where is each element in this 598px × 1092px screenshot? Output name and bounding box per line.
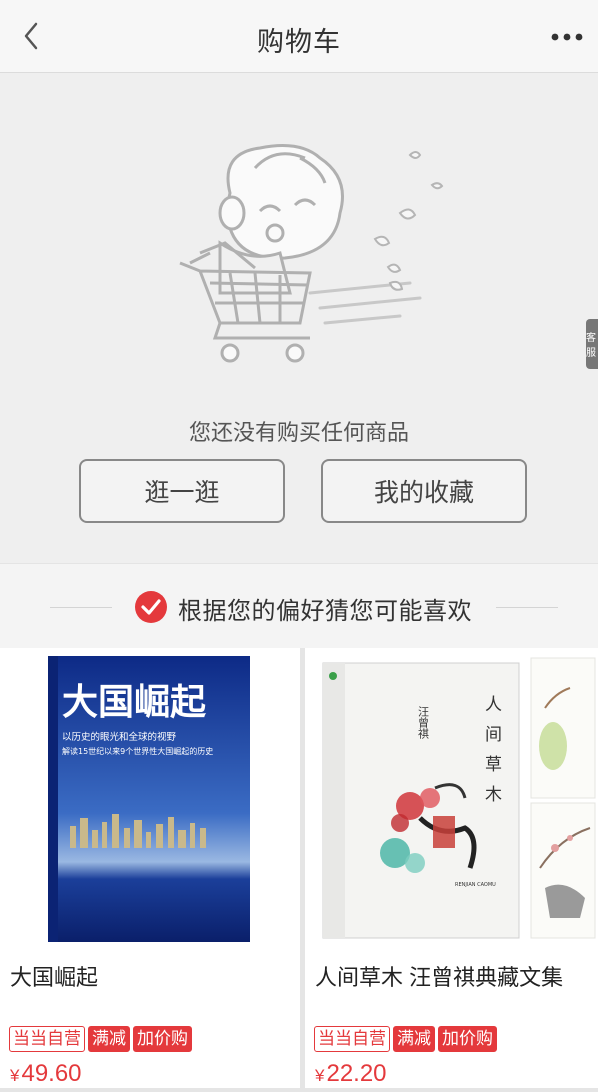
cover-title-char: 人 <box>485 695 502 715</box>
cover-title: 大国崛起 <box>62 681 207 723</box>
product-cover-image: 大国崛起 以历史的眼光和全球的视野 解读15世纪以来9个世界性大国崛起的历史 <box>0 648 300 948</box>
empty-cart-illustration <box>179 144 444 363</box>
product-title: 人间草木 汪曾祺典藏文集 <box>315 965 564 990</box>
nav-header: 购物车 <box>0 0 598 73</box>
product-cover-image: 人 间 草 木 汪曾祺 RENJIAN CAOMU <box>305 648 598 948</box>
cover-subtitle-2: 解读15世纪以来9个世界性大国崛起的历史 <box>62 746 213 756</box>
product-tags: 当当自营 满减 加价购 <box>9 1026 192 1052</box>
cover-en-title: RENJIAN CAOMU <box>455 882 496 888</box>
divider-right <box>496 607 558 608</box>
my-favorites-button[interactable]: 我的收藏 <box>321 459 527 523</box>
page-title: 购物车 <box>257 27 341 57</box>
product-card[interactable]: 人 间 草 木 汪曾祺 RENJIAN CAOMU 人间草木 汪曾祺典藏文集 当… <box>305 648 598 1088</box>
side-service-tab[interactable]: 客服 <box>586 319 598 369</box>
tag-add-on: 加价购 <box>133 1026 192 1052</box>
divider-left <box>50 607 112 608</box>
currency-symbol: ¥ <box>10 1066 20 1085</box>
product-price: ¥22.20 <box>315 1060 387 1088</box>
product-grid: 大国崛起 以历史的眼光和全球的视野 解读15世纪以来9个世界性大国崛起的历史 大… <box>0 648 598 1092</box>
cover-author: 汪曾祺 <box>417 706 430 740</box>
cover-subtitle-1: 以历史的眼光和全球的视野 <box>62 731 177 743</box>
browse-button[interactable]: 逛一逛 <box>79 459 285 523</box>
product-title: 大国崛起 <box>10 965 99 990</box>
more-dots-icon <box>551 33 583 41</box>
product-tags: 当当自营 满减 加价购 <box>314 1026 497 1052</box>
cover-title-char: 间 <box>485 725 502 745</box>
recommend-label: 根据您的偏好猜您可能喜欢 <box>178 598 472 625</box>
side-tab-label: 客服 <box>586 333 596 359</box>
cart-page: 购物车 客服 您还没有购买任何商品 逛一逛 我的收藏 根据您的偏好猜您可能喜欢 … <box>0 0 598 1092</box>
currency-symbol: ¥ <box>315 1066 325 1085</box>
price-value: 49.60 <box>21 1060 82 1087</box>
check-circle-icon <box>135 591 167 623</box>
tag-discount: 满减 <box>88 1026 130 1052</box>
recommend-header: 根据您的偏好猜您可能喜欢 <box>0 563 598 648</box>
product-price: ¥49.60 <box>10 1060 82 1088</box>
cover-title-char: 草 <box>485 755 502 775</box>
empty-cart-message: 您还没有购买任何商品 <box>188 420 409 445</box>
more-button[interactable] <box>548 26 588 48</box>
cover-title-char: 木 <box>485 785 502 805</box>
product-card[interactable]: 大国崛起 以历史的眼光和全球的视野 解读15世纪以来9个世界性大国崛起的历史 大… <box>0 648 300 1088</box>
empty-cart-section: 客服 您还没有购买任何商品 逛一逛 我的收藏 <box>0 73 598 563</box>
price-value: 22.20 <box>326 1060 387 1087</box>
tag-add-on: 加价购 <box>438 1026 497 1052</box>
tag-self-operated: 当当自营 <box>9 1026 85 1052</box>
tag-self-operated: 当当自营 <box>314 1026 390 1052</box>
tag-discount: 满减 <box>393 1026 435 1052</box>
